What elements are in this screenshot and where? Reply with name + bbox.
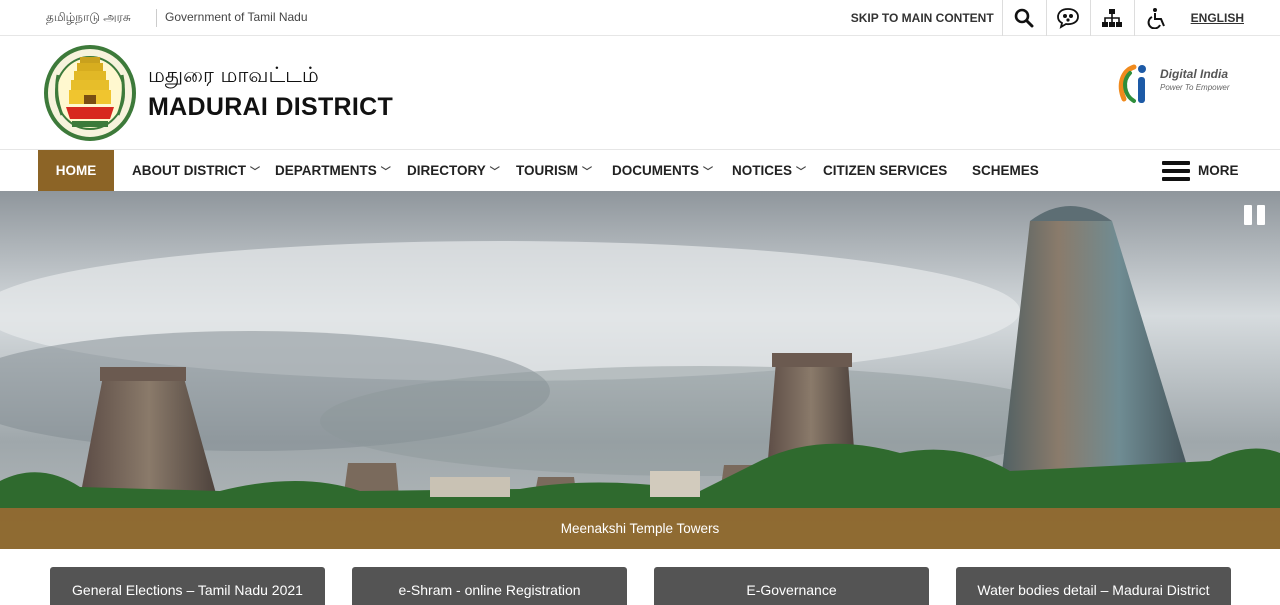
- social-icon[interactable]: [1047, 0, 1091, 36]
- nav-home-label: HOME: [55, 163, 97, 178]
- digital-india-logo[interactable]: Digital India Power To Empower: [1116, 61, 1246, 113]
- nav-schemes-label: SCHEMES: [972, 163, 1039, 178]
- tamil-nadu-emblem-logo[interactable]: [44, 45, 136, 141]
- main-navigation: HOME ABOUT DISTRICT ﹀ DEPARTMENTS ﹀ DIRECT…: [0, 149, 1280, 191]
- accessibility-icon[interactable]: [1135, 0, 1179, 36]
- nav-home[interactable]: HOME: [38, 150, 114, 191]
- chevron-down-icon: ﹀: [796, 167, 807, 178]
- chevron-down-icon: ﹀: [380, 167, 391, 178]
- top-bar: தமிழ்நாடு அரசு Government of Tamil Nadu …: [0, 0, 1280, 36]
- government-link[interactable]: Government of Tamil Nadu: [165, 10, 308, 24]
- divider: [156, 9, 157, 27]
- nav-documents[interactable]: DOCUMENTS ﹀: [612, 150, 713, 191]
- chevron-down-icon: ﹀: [489, 167, 500, 178]
- hero-banner-slider: Meenakshi Temple Towers: [0, 191, 1280, 549]
- hamburger-menu-icon: [1162, 160, 1190, 181]
- nav-departments-label: DEPARTMENTS: [275, 163, 377, 178]
- nav-citizen-services[interactable]: CITIZEN SERVICES: [823, 150, 947, 191]
- temple-towers-photo: [0, 191, 1280, 549]
- nav-more-button[interactable]: MORE: [1162, 150, 1239, 191]
- nav-about-district-label: ABOUT DISTRICT: [132, 163, 246, 178]
- tamil-language-link[interactable]: தமிழ்நாடு அரசு: [46, 10, 131, 26]
- nav-departments[interactable]: DEPARTMENTS ﹀: [275, 150, 391, 191]
- english-language-link[interactable]: ENGLISH: [1179, 11, 1244, 25]
- quick-link-e-shram[interactable]: e-Shram - online Registration: [352, 567, 627, 605]
- nav-directory[interactable]: DIRECTORY ﹀: [407, 150, 500, 191]
- site-header: மதுரை மாவட்டம் MADURAI DISTRICT Digital …: [0, 37, 1280, 149]
- pause-slider-button[interactable]: [1244, 205, 1266, 225]
- skip-to-main-content-link[interactable]: SKIP TO MAIN CONTENT: [851, 0, 1003, 36]
- nav-citizen-services-label: CITIZEN SERVICES: [823, 163, 948, 178]
- nav-notices-label: NOTICES: [732, 163, 793, 178]
- slide-caption: Meenakshi Temple Towers: [0, 508, 1280, 549]
- nav-notices[interactable]: NOTICES ﹀: [732, 150, 806, 191]
- digital-india-tagline: Power To Empower: [1160, 83, 1230, 92]
- nav-tourism-label: TOURISM: [516, 163, 579, 178]
- nav-schemes[interactable]: SCHEMES: [972, 150, 1039, 191]
- quick-link-e-governance[interactable]: E-Governance: [654, 567, 929, 605]
- chevron-down-icon: ﹀: [582, 167, 593, 178]
- quick-links: General Elections – Tamil Nadu 2021 e-Sh…: [0, 549, 1280, 605]
- top-bar-tools: SKIP TO MAIN CONTENT ENGLISH: [851, 0, 1244, 36]
- chevron-down-icon: ﹀: [703, 167, 713, 178]
- nav-tourism[interactable]: TOURISM ﹀: [516, 150, 592, 191]
- nav-documents-label: DOCUMENTS: [612, 163, 699, 178]
- nav-more-label: MORE: [1198, 163, 1239, 178]
- nav-about-district[interactable]: ABOUT DISTRICT ﹀: [132, 150, 260, 191]
- district-title-english[interactable]: MADURAI DISTRICT: [148, 93, 393, 122]
- district-title-tamil: மதுரை மாவட்டம்: [148, 63, 319, 87]
- sitemap-icon[interactable]: [1091, 0, 1135, 36]
- nav-directory-label: DIRECTORY: [407, 163, 486, 178]
- search-icon[interactable]: [1003, 0, 1047, 36]
- chevron-down-icon: ﹀: [250, 167, 260, 178]
- quick-link-water-bodies[interactable]: Water bodies detail – Madurai District: [956, 567, 1231, 605]
- digital-india-title: Digital India: [1160, 67, 1229, 81]
- quick-link-general-elections[interactable]: General Elections – Tamil Nadu 2021: [50, 567, 325, 605]
